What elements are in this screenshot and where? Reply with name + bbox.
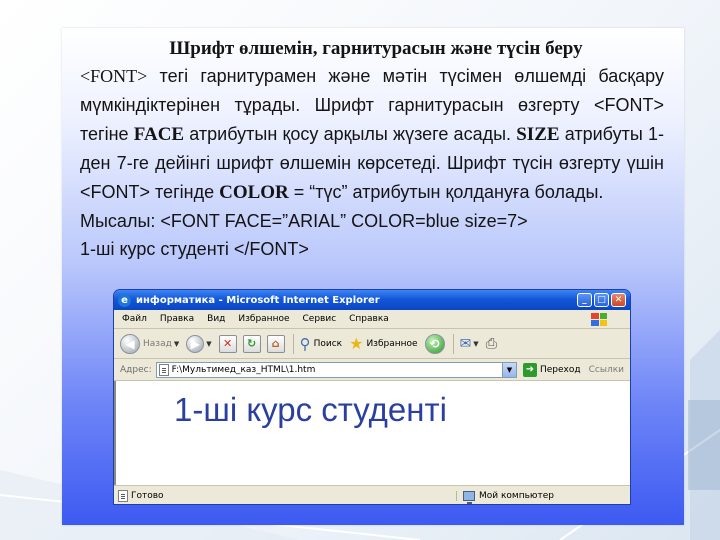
menu-favorites[interactable]: Избранное bbox=[238, 314, 289, 324]
example-line: Мысалы: <FONT FACE=”ARIAL” COLOR=blue si… bbox=[80, 211, 528, 231]
page-icon bbox=[118, 490, 128, 502]
ie-title-bar[interactable]: e информатика - Microsoft Internet Explo… bbox=[114, 290, 630, 310]
slide-title: Шрифт өлшемін, гарнитурасын және түсін б… bbox=[169, 38, 583, 59]
print-icon[interactable]: ⎙ bbox=[486, 336, 497, 352]
status-zone-text: Мой компьютер bbox=[479, 491, 554, 501]
favorites-star-icon: ★ bbox=[349, 334, 364, 353]
back-arrow-icon: ◀ bbox=[120, 333, 140, 354]
example-line-2: 1-ші курс студенті </FONT> bbox=[80, 239, 309, 259]
address-input[interactable]: F:\Мультимед_каз_HTML\1.htm ▼ bbox=[155, 361, 517, 378]
mail-button[interactable]: ✉ ▼ bbox=[460, 336, 479, 352]
window-title: информатика - Microsoft Internet Explore… bbox=[136, 294, 380, 306]
favorites-button[interactable]: ★ Избранное bbox=[349, 334, 417, 353]
favorites-label: Избранное bbox=[366, 338, 418, 349]
go-label: Переход bbox=[539, 364, 581, 375]
status-left: Готово bbox=[118, 490, 456, 502]
status-bar: Готово Мой компьютер bbox=[114, 485, 630, 504]
paragraph-text-4: = “түс” атрибутын қолдануға болады. bbox=[288, 182, 604, 202]
size-keyword: SIZE bbox=[516, 124, 560, 145]
back-label: Назад bbox=[143, 338, 172, 349]
home-icon[interactable]: ⌂ bbox=[266, 334, 285, 353]
menu-tools[interactable]: Сервис bbox=[303, 314, 337, 324]
address-label: Адрес: bbox=[120, 364, 152, 375]
history-icon[interactable]: ⟲ bbox=[424, 333, 445, 354]
chevron-down-icon: ▼ bbox=[473, 339, 479, 348]
links-label[interactable]: Ссылки bbox=[589, 365, 624, 375]
computer-icon bbox=[463, 491, 475, 504]
windows-flag-icon bbox=[591, 313, 607, 326]
menu-bar: Файл Правка Вид Избранное Сервис Справка bbox=[114, 310, 630, 329]
close-icon[interactable]: ✕ bbox=[611, 293, 626, 307]
menu-view[interactable]: Вид bbox=[207, 314, 225, 324]
search-button[interactable]: ⚲ Поиск bbox=[300, 335, 343, 353]
forward-arrow-icon: ▶ bbox=[186, 334, 205, 353]
status-text: Готово bbox=[131, 491, 164, 501]
color-keyword: COLOR bbox=[219, 182, 289, 203]
slide-paragraph: <FONT> тегі гарнитурамен және мәтін түсі… bbox=[80, 62, 664, 207]
go-arrow-icon: ➜ bbox=[522, 362, 537, 377]
chevron-down-icon: ▼ bbox=[206, 339, 212, 348]
menu-help[interactable]: Справка bbox=[349, 314, 389, 324]
ie-window: e информатика - Microsoft Internet Explo… bbox=[113, 289, 631, 505]
forward-button[interactable]: ▶ ▼ bbox=[186, 334, 212, 353]
menu-edit[interactable]: Правка bbox=[160, 314, 194, 324]
refresh-icon[interactable]: ↻ bbox=[242, 334, 261, 353]
search-icon: ⚲ bbox=[299, 334, 311, 353]
font-tag-text: <FONT> bbox=[80, 66, 148, 86]
chevron-down-icon[interactable]: ▼ bbox=[501, 362, 516, 377]
go-button[interactable]: ➜ Переход bbox=[522, 362, 581, 377]
menu-file[interactable]: Файл bbox=[122, 314, 147, 324]
stop-icon[interactable]: ✕ bbox=[218, 334, 237, 353]
search-label: Поиск bbox=[313, 338, 343, 349]
back-button[interactable]: ◀ Назад ▼ bbox=[120, 333, 180, 354]
slide-text: Шрифт өлшемін, гарнитурасын және түсін б… bbox=[80, 36, 664, 263]
toolbar-separator bbox=[292, 333, 294, 354]
maximize-icon[interactable]: □ bbox=[594, 293, 609, 307]
chevron-down-icon: ▼ bbox=[173, 339, 180, 348]
page-content: 1-ші курс студенті bbox=[114, 381, 630, 485]
page-text: 1-ші курс студенті bbox=[174, 391, 447, 428]
address-bar: Адрес: F:\Мультимед_каз_HTML\1.htm ▼ ➜ П… bbox=[114, 359, 630, 381]
minimize-icon[interactable]: _ bbox=[577, 293, 592, 307]
toolbar-separator bbox=[452, 333, 454, 354]
paragraph-text-2: атрибутын қосу арқылы жүзеге асады. bbox=[184, 124, 517, 144]
toolbar: ◀ Назад ▼ ▶ ▼ ✕ ↻ ⌂ ⚲ Поиск ★ Избранное … bbox=[114, 329, 630, 359]
face-keyword: FACE bbox=[133, 124, 185, 145]
address-value: F:\Мультимед_каз_HTML\1.htm bbox=[171, 364, 316, 375]
mail-icon: ✉ bbox=[459, 335, 472, 352]
status-zone: Мой компьютер bbox=[456, 491, 626, 504]
page-icon bbox=[158, 363, 169, 376]
ie-logo-icon: e bbox=[118, 293, 131, 307]
